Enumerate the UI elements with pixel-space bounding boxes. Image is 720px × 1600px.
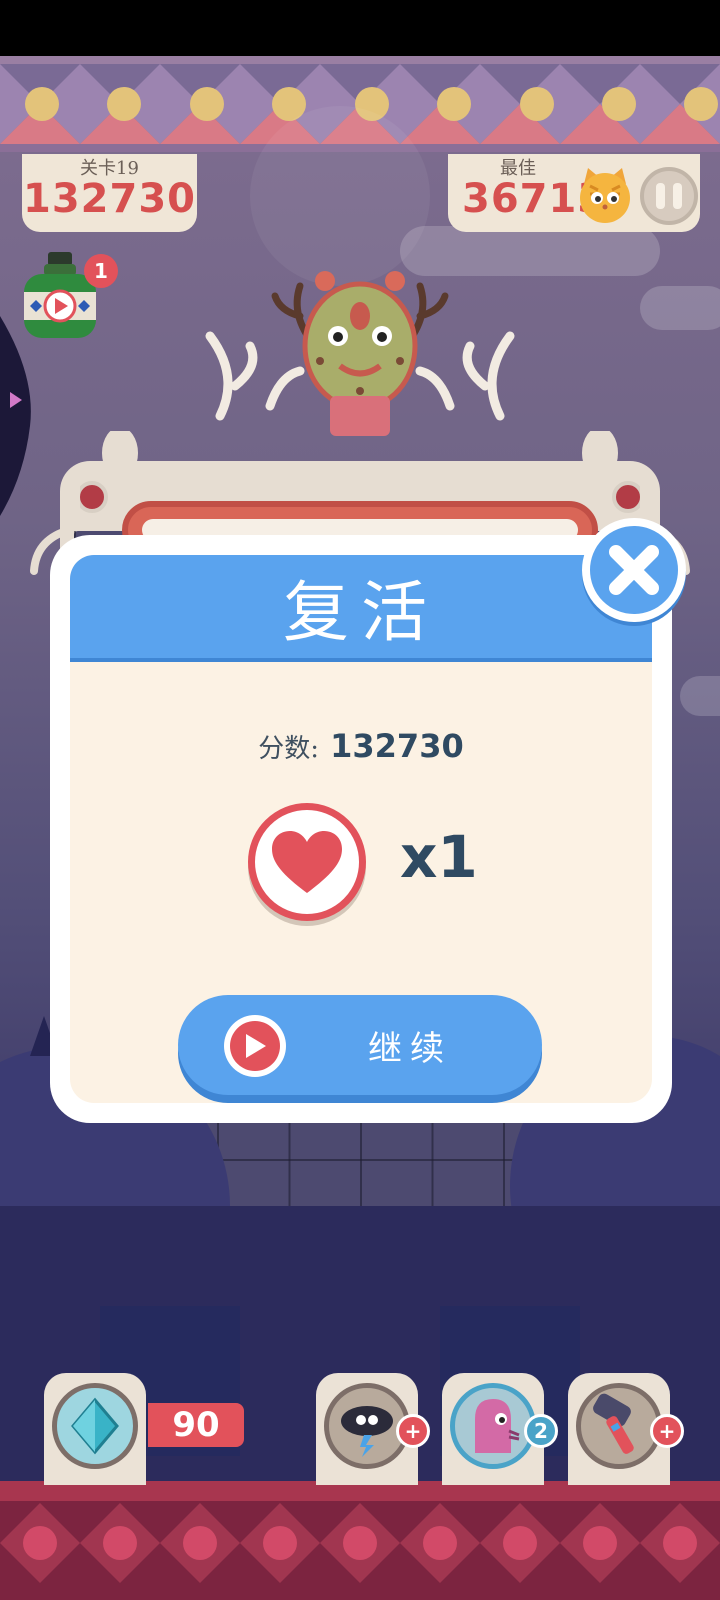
- revive-dialog: 复活 分数: 132730 x1 继续: [50, 535, 672, 1123]
- plus-icon: +: [658, 1419, 676, 1443]
- ghost-count-badge: 2: [524, 1414, 558, 1448]
- decorative-bottom-band: [0, 1481, 720, 1600]
- hammer-icon: [593, 1393, 634, 1454]
- score-label: 分数:: [258, 734, 320, 764]
- revive-dialog-header: 复活: [70, 555, 652, 662]
- revive-title: 复活: [283, 573, 439, 651]
- play-icon: [246, 1034, 266, 1058]
- heart-token: [248, 803, 366, 921]
- background-cloud: [640, 286, 720, 330]
- heart-icon: [272, 831, 342, 893]
- current-score: 132730: [23, 176, 196, 222]
- level-score-card: 关卡19 132730: [22, 154, 197, 232]
- storm-cloud-icon: [341, 1406, 393, 1457]
- pause-button[interactable]: [640, 167, 698, 225]
- gem-powerup-button[interactable]: [44, 1373, 146, 1485]
- heart-count: x1: [400, 823, 478, 891]
- status-bar: [0, 0, 720, 56]
- score-value: 132730: [330, 727, 464, 765]
- revive-score-line: 分数: 132730: [70, 727, 652, 765]
- close-icon: [609, 545, 659, 595]
- play-circle: [224, 1015, 286, 1077]
- cat-avatar-icon[interactable]: [576, 166, 634, 224]
- hammer-add-button[interactable]: +: [650, 1414, 684, 1448]
- continue-label: 继续: [368, 1029, 452, 1069]
- gem-count: 90: [148, 1403, 244, 1447]
- ghost-icon: [475, 1399, 520, 1453]
- bottle-count-badge: 1: [84, 254, 118, 288]
- close-button[interactable]: [582, 518, 686, 622]
- pause-icon: [656, 183, 665, 209]
- gem-icon: [71, 1397, 119, 1455]
- continue-button[interactable]: 继续: [178, 995, 542, 1095]
- plus-icon: +: [404, 1419, 422, 1443]
- storm-add-button[interactable]: +: [396, 1414, 430, 1448]
